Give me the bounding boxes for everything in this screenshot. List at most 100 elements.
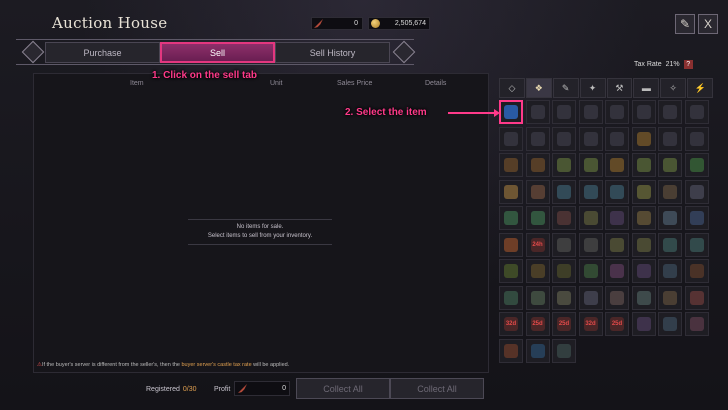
inventory-slot[interactable] bbox=[605, 179, 629, 204]
inventory-slot[interactable] bbox=[658, 285, 682, 310]
item-icon bbox=[689, 211, 704, 225]
inventory-slot[interactable] bbox=[631, 285, 656, 310]
inventory-tab-5[interactable]: ▬ bbox=[633, 78, 660, 98]
collect-all-button-2[interactable]: Collect All bbox=[390, 378, 484, 399]
inventory-slot[interactable] bbox=[684, 206, 709, 230]
inventory-slot[interactable]: 25d bbox=[552, 312, 576, 336]
inventory-slot[interactable] bbox=[658, 312, 682, 336]
inventory-slot[interactable] bbox=[499, 206, 523, 230]
inventory-slot[interactable] bbox=[499, 153, 523, 177]
inventory-slot[interactable] bbox=[658, 153, 682, 177]
inventory-slot[interactable] bbox=[631, 312, 656, 336]
inventory-tab-2[interactable]: ✎ bbox=[552, 78, 579, 98]
inventory-slot[interactable] bbox=[684, 179, 709, 204]
inventory-slot[interactable] bbox=[684, 259, 709, 283]
inventory-tab-0[interactable]: ◇ bbox=[499, 78, 525, 98]
close-button[interactable]: X bbox=[698, 14, 718, 34]
inventory-slot[interactable] bbox=[552, 206, 576, 230]
inventory-slot[interactable] bbox=[578, 285, 603, 310]
inventory-tab-4[interactable]: ⚒ bbox=[606, 78, 633, 98]
inventory-slot[interactable] bbox=[499, 126, 523, 151]
inventory-slot[interactable] bbox=[658, 100, 682, 124]
selected-item-slot[interactable] bbox=[499, 100, 523, 124]
inventory-slot[interactable] bbox=[684, 153, 709, 177]
inventory-tab-3[interactable]: ✦ bbox=[579, 78, 606, 98]
inventory-slot[interactable]: 32d bbox=[499, 312, 523, 336]
guide-book-button[interactable]: ✎ bbox=[675, 14, 695, 34]
inventory-slot[interactable] bbox=[631, 232, 656, 257]
inventory-slot[interactable] bbox=[578, 153, 603, 177]
inventory-slot[interactable]: 24h bbox=[525, 232, 550, 257]
collect-all-button[interactable]: Collect All bbox=[296, 378, 390, 399]
inventory-slot[interactable] bbox=[552, 259, 576, 283]
tab-sell-history[interactable]: Sell History bbox=[275, 42, 390, 63]
tax-help-icon[interactable]: ? bbox=[683, 60, 693, 69]
inventory-slot[interactable] bbox=[552, 153, 576, 177]
item-icon bbox=[583, 211, 598, 225]
inventory-slot[interactable] bbox=[552, 126, 576, 151]
inventory-slot[interactable] bbox=[658, 206, 682, 230]
inventory-tab-1[interactable]: ❖ bbox=[525, 78, 552, 98]
inventory-slot[interactable] bbox=[631, 100, 656, 124]
inventory-slot[interactable] bbox=[658, 232, 682, 257]
inventory-slot[interactable] bbox=[658, 126, 682, 151]
inventory-slot[interactable] bbox=[525, 338, 550, 363]
tab-sell[interactable]: Sell bbox=[160, 42, 275, 63]
inventory-slot[interactable]: 32d bbox=[578, 312, 603, 336]
inventory-tabs: ◇ ❖ ✎ ✦ ⚒ ▬ ✧ ⚡ bbox=[499, 78, 713, 98]
inventory-slot[interactable] bbox=[499, 232, 523, 257]
inventory-slot[interactable] bbox=[684, 285, 709, 310]
inventory-slot[interactable] bbox=[605, 232, 629, 257]
inventory-slot[interactable] bbox=[578, 100, 603, 124]
inventory-slot[interactable] bbox=[525, 179, 550, 204]
inventory-slot[interactable] bbox=[605, 285, 629, 310]
item-icon bbox=[530, 105, 545, 119]
inventory-slot[interactable] bbox=[684, 232, 709, 257]
inventory-slot[interactable] bbox=[658, 179, 682, 204]
inventory-slot[interactable] bbox=[605, 126, 629, 151]
inventory-slot[interactable] bbox=[552, 179, 576, 204]
inventory-slot[interactable] bbox=[499, 285, 523, 310]
inventory-slot[interactable] bbox=[499, 259, 523, 283]
inventory-slot[interactable]: 25d bbox=[525, 312, 550, 336]
inventory-slot[interactable] bbox=[605, 153, 629, 177]
inventory-slot[interactable] bbox=[631, 126, 656, 151]
item-icon bbox=[663, 131, 677, 146]
inventory-slot[interactable] bbox=[631, 206, 656, 230]
inventory-slot[interactable] bbox=[525, 285, 550, 310]
inventory-slot[interactable] bbox=[605, 100, 629, 124]
inventory-slot[interactable] bbox=[684, 312, 709, 336]
inventory-slot[interactable] bbox=[578, 232, 603, 257]
inventory-slot[interactable] bbox=[631, 153, 656, 177]
inventory-slot[interactable] bbox=[684, 100, 709, 124]
inventory-tab-6[interactable]: ✧ bbox=[660, 78, 687, 98]
inventory-slot[interactable] bbox=[525, 259, 550, 283]
inventory-slot[interactable]: 25d bbox=[605, 312, 629, 336]
inventory-slot[interactable] bbox=[552, 285, 576, 310]
inventory-slot[interactable] bbox=[631, 259, 656, 283]
inventory-slot[interactable] bbox=[525, 153, 550, 177]
inventory-slot[interactable] bbox=[525, 100, 550, 124]
inventory-slot[interactable] bbox=[631, 179, 656, 204]
inventory-slot[interactable] bbox=[499, 338, 523, 363]
inventory-slot[interactable] bbox=[552, 338, 576, 363]
inventory-slot[interactable] bbox=[578, 206, 603, 230]
inventory-slot[interactable] bbox=[578, 179, 603, 204]
inventory-slot[interactable] bbox=[605, 206, 629, 230]
inventory-slot[interactable] bbox=[578, 126, 603, 151]
item-icon bbox=[636, 211, 651, 225]
registered-value: 0/30 bbox=[182, 385, 197, 393]
inventory-slot[interactable] bbox=[658, 259, 682, 283]
inventory-tab-7[interactable]: ⚡ bbox=[687, 78, 713, 98]
inventory-slot[interactable] bbox=[525, 206, 550, 230]
inventory-slot[interactable] bbox=[605, 259, 629, 283]
inventory-slot[interactable] bbox=[552, 232, 576, 257]
inventory-slot[interactable] bbox=[552, 100, 576, 124]
inventory-slot[interactable] bbox=[525, 126, 550, 151]
tab-purchase[interactable]: Purchase bbox=[45, 42, 160, 63]
inventory-slot[interactable] bbox=[578, 259, 603, 283]
inventory-slot[interactable] bbox=[684, 126, 709, 151]
gold-coin-icon bbox=[371, 19, 380, 28]
item-icon bbox=[663, 158, 677, 172]
inventory-slot[interactable] bbox=[499, 179, 523, 204]
